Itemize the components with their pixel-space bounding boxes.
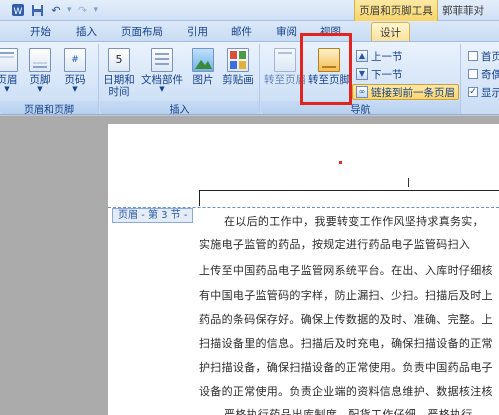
tab-insert[interactable]: 插入: [76, 24, 97, 39]
svg-text:W: W: [14, 7, 23, 17]
group-label: 页眉和页脚: [0, 101, 98, 116]
customize-icon[interactable]: ▾: [94, 5, 99, 15]
link-to-previous-button[interactable]: ∞ 链接到前一条页眉: [352, 84, 459, 100]
chevron-down-icon: ▼: [4, 85, 10, 93]
contextual-tab-group: 页眉和页脚工具: [354, 0, 438, 21]
different-odd-even-checkbox[interactable]: 奇偶: [468, 66, 499, 82]
arrow-up-icon: ▲: [356, 50, 368, 62]
header-icon: [0, 48, 18, 72]
picture-icon: [192, 48, 214, 72]
text-line: 在以后的工作中，我要转变工作作风坚持求真务实，: [224, 215, 484, 228]
calendar-icon: 5: [108, 48, 130, 72]
redo-icon[interactable]: ↷: [75, 3, 91, 18]
tab-review[interactable]: 审阅: [276, 24, 297, 39]
footer-button[interactable]: 页脚 ▼: [23, 48, 57, 93]
checkbox-icon: [468, 51, 478, 61]
word-icon[interactable]: W: [10, 3, 26, 18]
chevron-down-icon: ▼: [159, 85, 165, 93]
document-parts-icon: [151, 48, 173, 72]
text-line: 护扫描设备，确保扫描设备的正常使用。负责中国药品电子: [199, 361, 493, 374]
text-line: 药品的条码保存好。确保上传数据的及时、准确、完整。上: [199, 313, 493, 326]
chevron-down-icon: ▼: [72, 85, 78, 93]
group-options: 首页 奇偶 ✓ 显示: [462, 44, 499, 114]
header-corner-line: [199, 190, 200, 206]
text-cursor: [408, 178, 409, 187]
picture-button[interactable]: 图片: [186, 48, 220, 86]
next-section-button[interactable]: ▼ 下一节: [356, 66, 403, 82]
group-header-footer: 页眉 ▼ 页脚 ▼ # 页码 ▼ 页眉和页脚: [0, 44, 99, 116]
tab-references[interactable]: 引用: [187, 24, 208, 39]
title-bar: W ↶ ▾ ↷ ▾ 页眉和页脚工具 郭菲菲对: [0, 0, 499, 21]
save-icon[interactable]: [29, 3, 45, 18]
link-icon: ∞: [356, 86, 368, 98]
red-dot-mark: [339, 161, 342, 164]
ribbon-tabs: 开始 插入 页面布局 引用 邮件 审阅 视图 设计: [0, 21, 499, 41]
text-line: 严格执行药品出库制度，配货工作仔细，严格执行: [224, 408, 473, 415]
undo-icon[interactable]: ↶: [48, 3, 64, 18]
group-label: 导航: [261, 101, 460, 116]
different-first-page-checkbox[interactable]: 首页: [468, 48, 499, 64]
text-line: 实施电子监管的药品，按规定进行药品电子监管码扫入: [199, 238, 471, 251]
date-time-button[interactable]: 5 日期和 时间: [102, 48, 136, 98]
group-navigation: 转至页眉 转至页脚 ▲ 上一节 ▼ 下一节 ∞ 链接到前一条页眉 导航: [261, 44, 461, 116]
ribbon: 页眉 ▼ 页脚 ▼ # 页码 ▼ 页眉和页脚 5 日期和 时间 文档部件 ▼ 图…: [0, 41, 499, 116]
text-line: 有中国电子监管码的字样，防止漏扫、少扫。扫描后及时上: [199, 289, 493, 302]
highlight-box: [300, 33, 352, 105]
tab-home[interactable]: 开始: [30, 24, 51, 39]
undo-dropdown-arrow[interactable]: ▾: [67, 5, 72, 15]
header-border-line: [199, 190, 499, 191]
footer-icon: [29, 48, 51, 72]
clip-art-button[interactable]: 剪贴画: [218, 48, 258, 86]
tab-design[interactable]: 设计: [371, 22, 410, 41]
previous-section-button[interactable]: ▲ 上一节: [356, 48, 403, 64]
group-label: 插入: [100, 101, 259, 116]
header-section-tag: 页眉 - 第 3 节 -: [112, 208, 194, 223]
arrow-down-icon: ▼: [356, 68, 368, 80]
goto-header-icon: [274, 48, 296, 72]
document-parts-button[interactable]: 文档部件 ▼: [140, 48, 184, 93]
header-button[interactable]: 页眉 ▼: [0, 48, 24, 93]
text-line: 扫描设备里的信息。扫描后及时充电，确保扫描设备的正常: [199, 337, 493, 350]
group-insert: 5 日期和 时间 文档部件 ▼ 图片 剪贴画 插入: [100, 44, 260, 116]
page-number-icon: #: [64, 48, 86, 72]
tab-mailings[interactable]: 邮件: [231, 24, 252, 39]
document-title: 郭菲菲对: [442, 5, 484, 17]
quick-access-toolbar: W ↶ ▾ ↷ ▾: [0, 2, 98, 18]
show-document-text-checkbox[interactable]: ✓ 显示: [468, 84, 499, 100]
tab-page-layout[interactable]: 页面布局: [121, 24, 163, 39]
checkbox-icon: [468, 69, 478, 79]
chevron-down-icon: ▼: [37, 85, 43, 93]
clip-art-icon: [227, 48, 249, 72]
text-line: 上传至中国药品电子监管网系统平台。在出、入库时仔细核: [199, 264, 493, 277]
checkmark-icon: ✓: [468, 87, 478, 97]
page-number-button[interactable]: # 页码 ▼: [58, 48, 92, 93]
text-line: 设备的正常使用。负责企业端的资料信息维护、数据核注核: [199, 385, 493, 398]
